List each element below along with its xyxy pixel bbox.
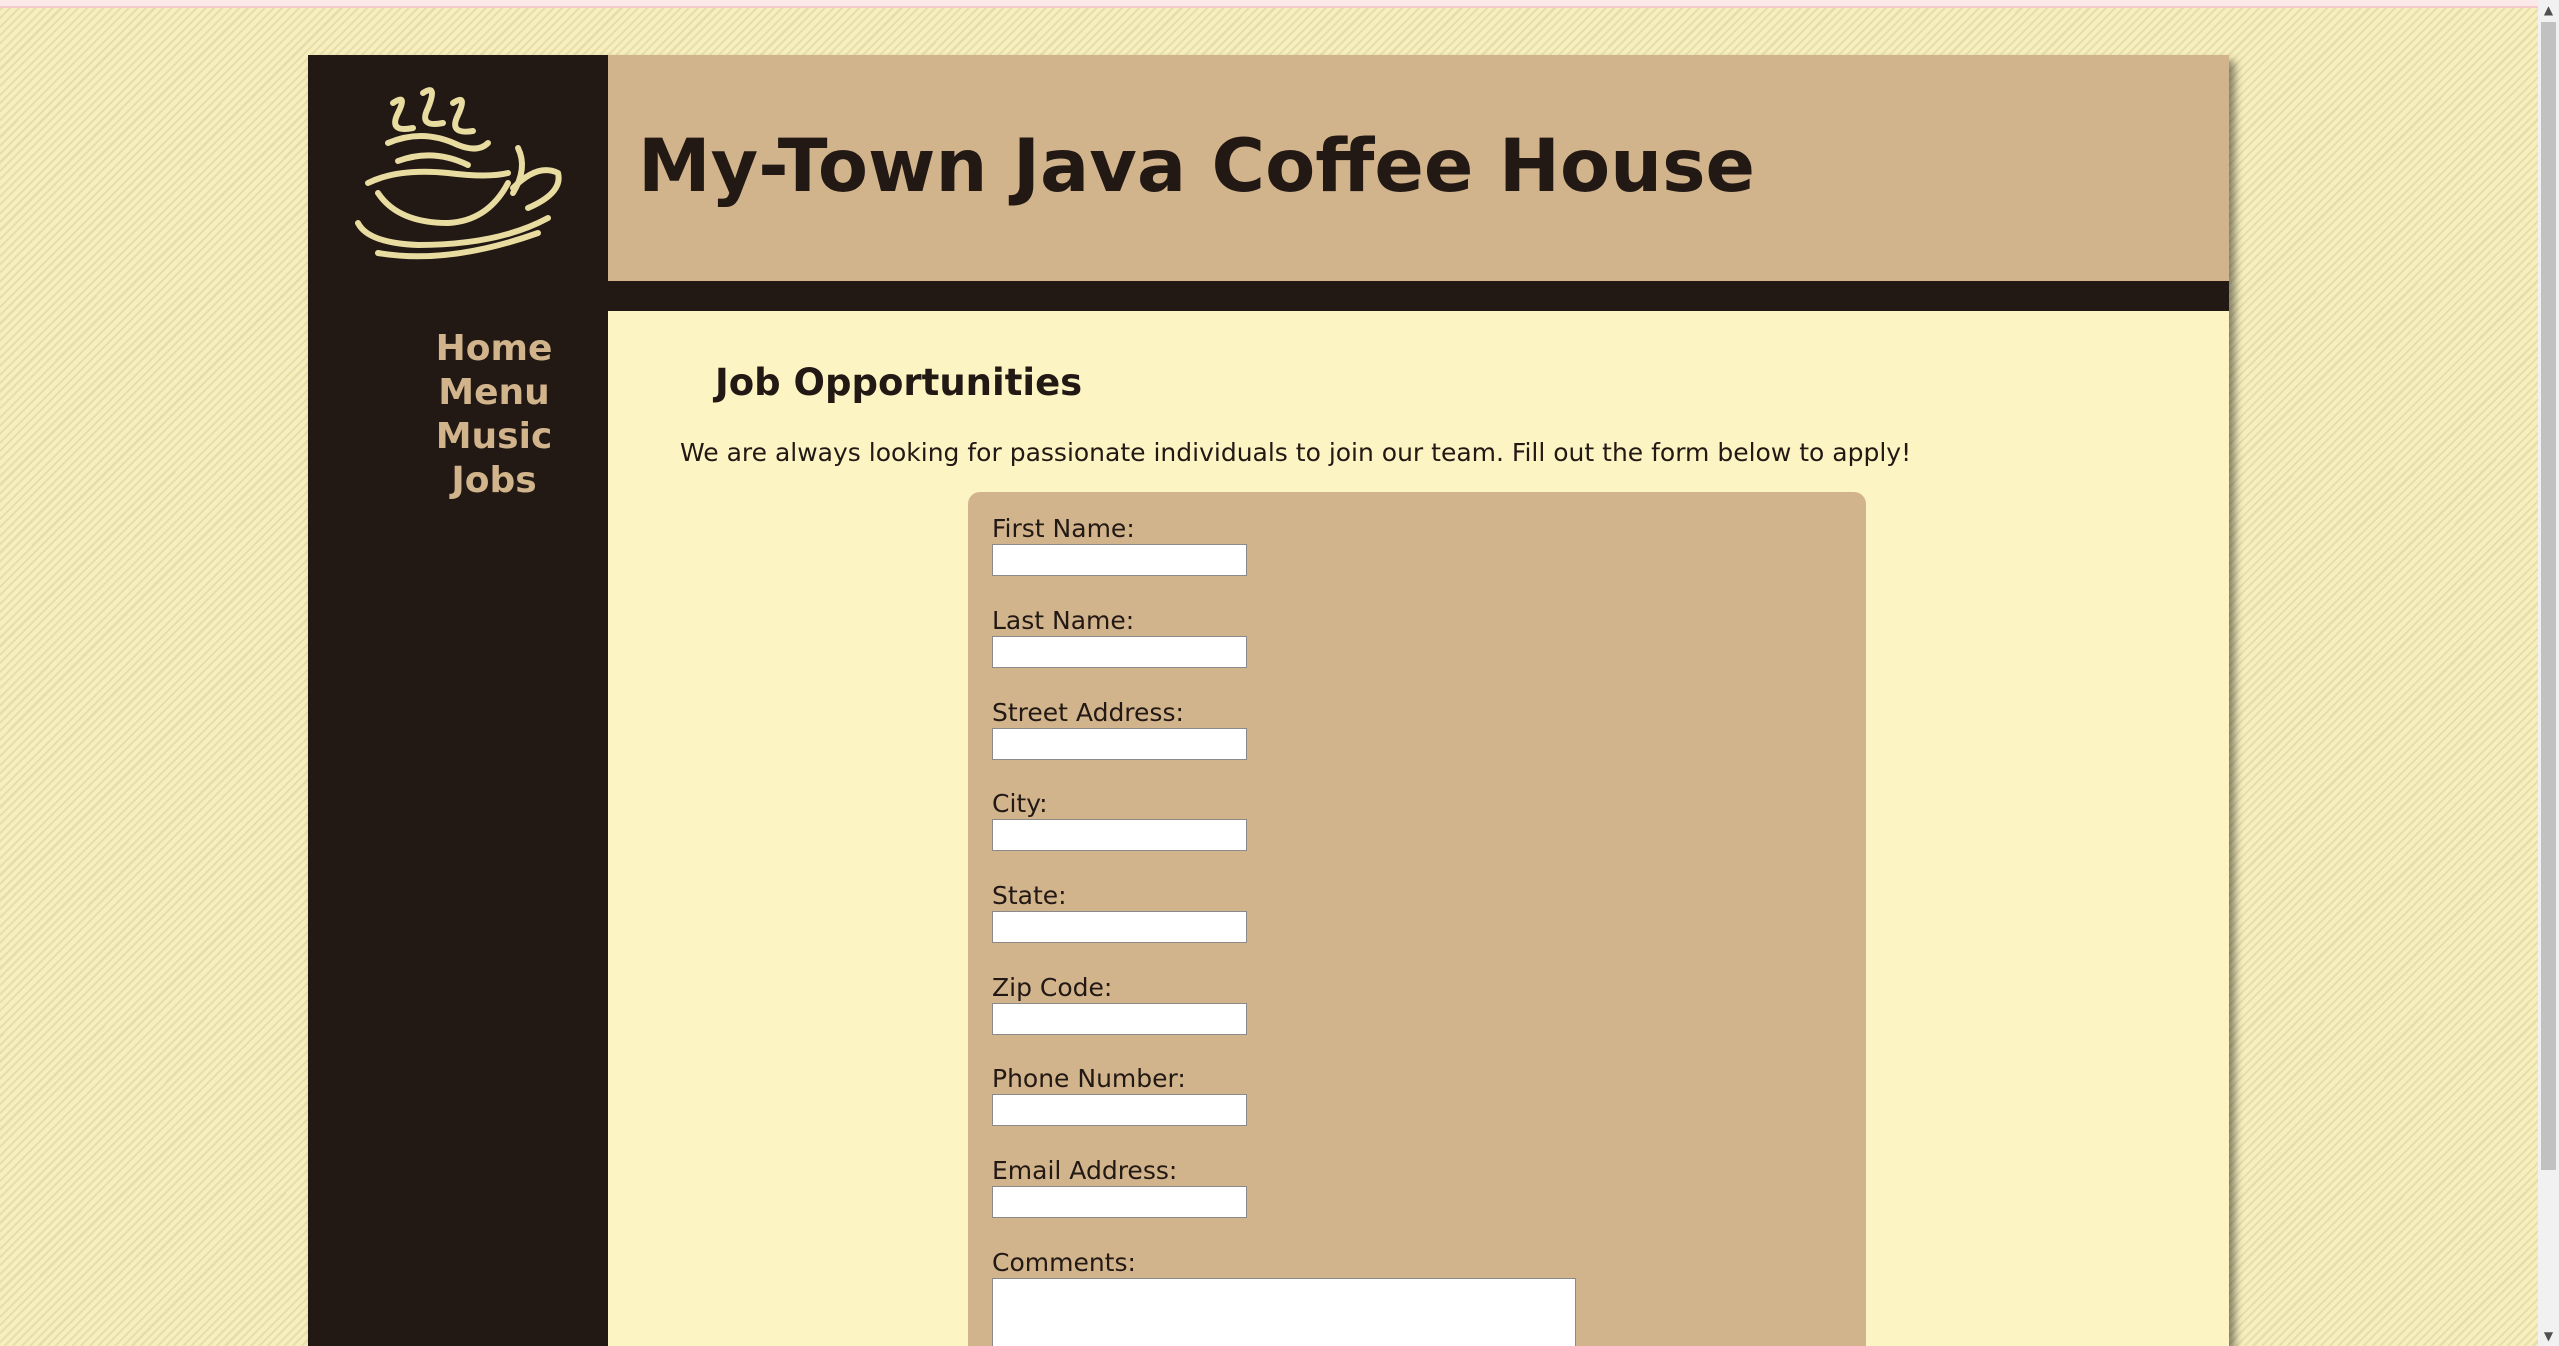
email-address-field[interactable]	[992, 1186, 1247, 1218]
page-heading: Job Opportunities	[715, 361, 1083, 404]
zip-code-field[interactable]	[992, 1003, 1247, 1035]
email-address-group: Email Address:	[992, 1156, 1247, 1218]
phone-number-field[interactable]	[992, 1094, 1247, 1126]
street-address-group: Street Address:	[992, 698, 1247, 760]
site-title: My-Town Java Coffee House	[638, 124, 1756, 209]
city-label: City:	[992, 789, 1048, 818]
comments-label: Comments:	[992, 1248, 1136, 1277]
street-address-field[interactable]	[992, 728, 1247, 760]
zip-code-label: Zip Code:	[992, 973, 1113, 1002]
scrollbar-thumb[interactable]	[2541, 22, 2556, 1170]
header-divider-bar	[608, 281, 2229, 311]
page-wrapper: Home Menu Music Jobs My-Town Java Coffee…	[308, 55, 2229, 1346]
intro-text: We are always looking for passionate ind…	[680, 438, 1912, 467]
comments-textarea[interactable]	[992, 1278, 1576, 1346]
city-group: City:	[992, 789, 1247, 851]
state-label: State:	[992, 881, 1067, 910]
header: My-Town Java Coffee House	[608, 55, 2229, 281]
last-name-label: Last Name:	[992, 606, 1135, 635]
sidebar	[308, 55, 608, 1346]
street-address-label: Street Address:	[992, 698, 1184, 727]
state-group: State:	[992, 881, 1247, 943]
first-name-field[interactable]	[992, 544, 1247, 576]
scroll-up-arrow-icon[interactable]: ▲	[2538, 0, 2559, 20]
phone-number-group: Phone Number:	[992, 1064, 1247, 1126]
scroll-down-arrow-icon[interactable]: ▼	[2538, 1326, 2559, 1346]
browser-top-edge	[0, 0, 2538, 8]
last-name-group: Last Name:	[992, 606, 1247, 668]
email-address-label: Email Address:	[992, 1156, 1178, 1185]
last-name-field[interactable]	[992, 636, 1247, 668]
phone-number-label: Phone Number:	[992, 1064, 1186, 1093]
state-field[interactable]	[992, 911, 1247, 943]
vertical-scrollbar[interactable]: ▲ ▼	[2538, 0, 2559, 1346]
city-field[interactable]	[992, 819, 1247, 851]
first-name-group: First Name:	[992, 514, 1247, 576]
comments-group: Comments:	[992, 1248, 1576, 1346]
coffee-cup-icon	[355, 87, 562, 260]
main-content: Job Opportunities We are always looking …	[608, 311, 2229, 1346]
zip-code-group: Zip Code:	[992, 973, 1247, 1035]
first-name-label: First Name:	[992, 514, 1135, 543]
job-application-form: First Name: Last Name: Street Address: C…	[968, 492, 1866, 1346]
